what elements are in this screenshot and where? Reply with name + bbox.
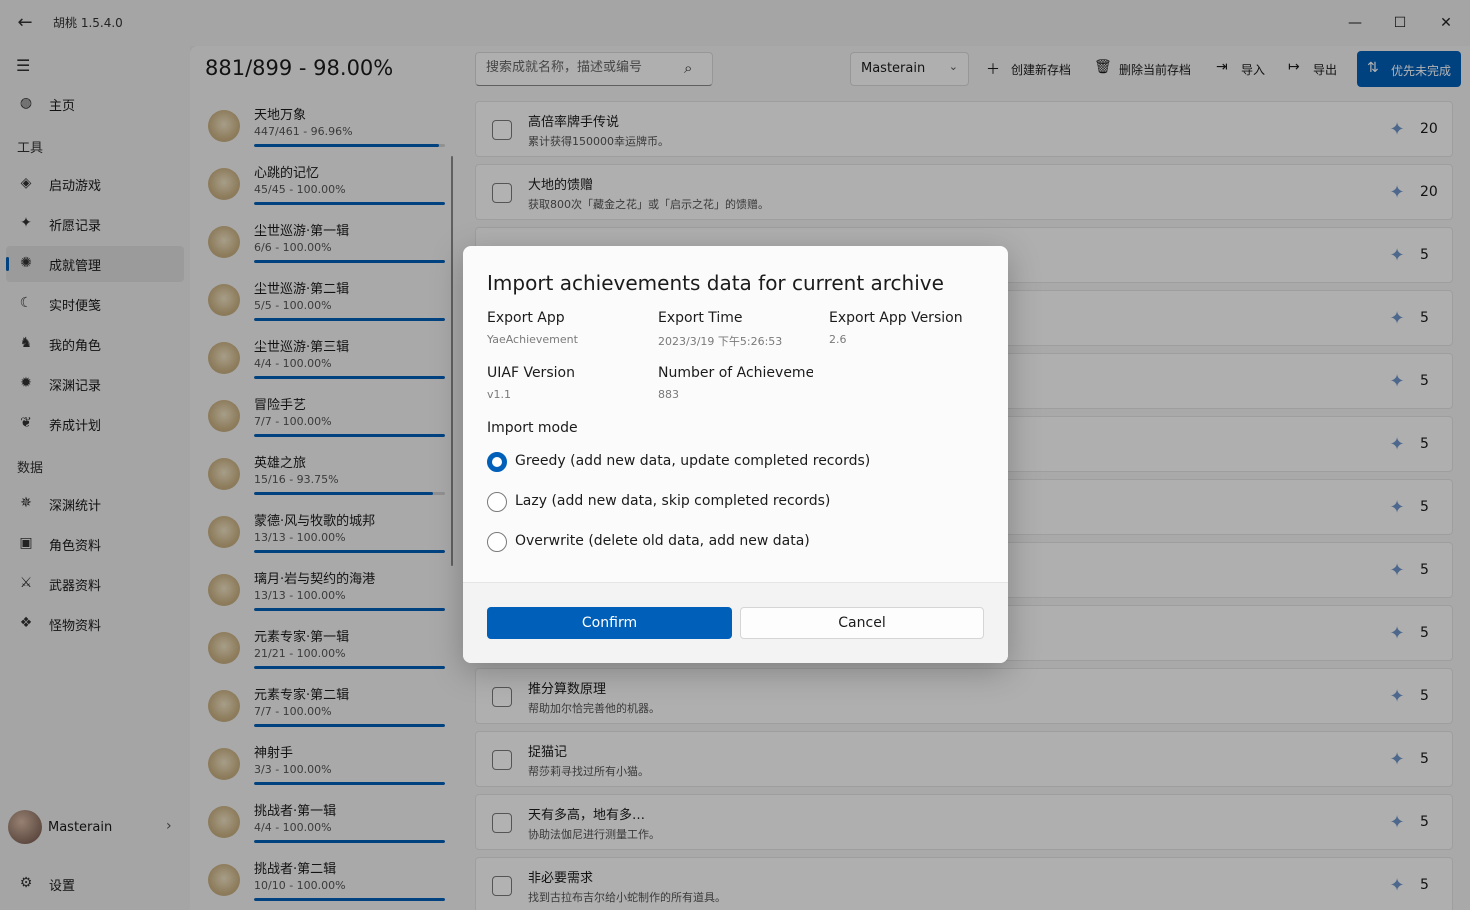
radio-button[interactable]: [487, 492, 507, 512]
info-achievement-count: Number of Achievements 883: [658, 365, 813, 401]
dialog-footer: Confirm Cancel: [463, 582, 1008, 663]
confirm-button[interactable]: Confirm: [487, 607, 732, 639]
info-export-app-version: Export App Version 2.6: [829, 310, 963, 346]
import-mode-label: Import mode: [487, 420, 578, 436]
import-dialog: Import achievements data for current arc…: [463, 246, 1008, 663]
radio-button[interactable]: [487, 452, 507, 472]
info-export-time: Export Time 2023/3/19 下午5:26:53: [658, 310, 783, 348]
info-uiaf-version: UIAF Version v1.1: [487, 365, 575, 401]
radio-button[interactable]: [487, 532, 507, 552]
cancel-button[interactable]: Cancel: [740, 607, 984, 639]
dialog-title: Import achievements data for current arc…: [487, 271, 944, 295]
info-export-app: Export App YaeAchievement: [487, 310, 578, 346]
